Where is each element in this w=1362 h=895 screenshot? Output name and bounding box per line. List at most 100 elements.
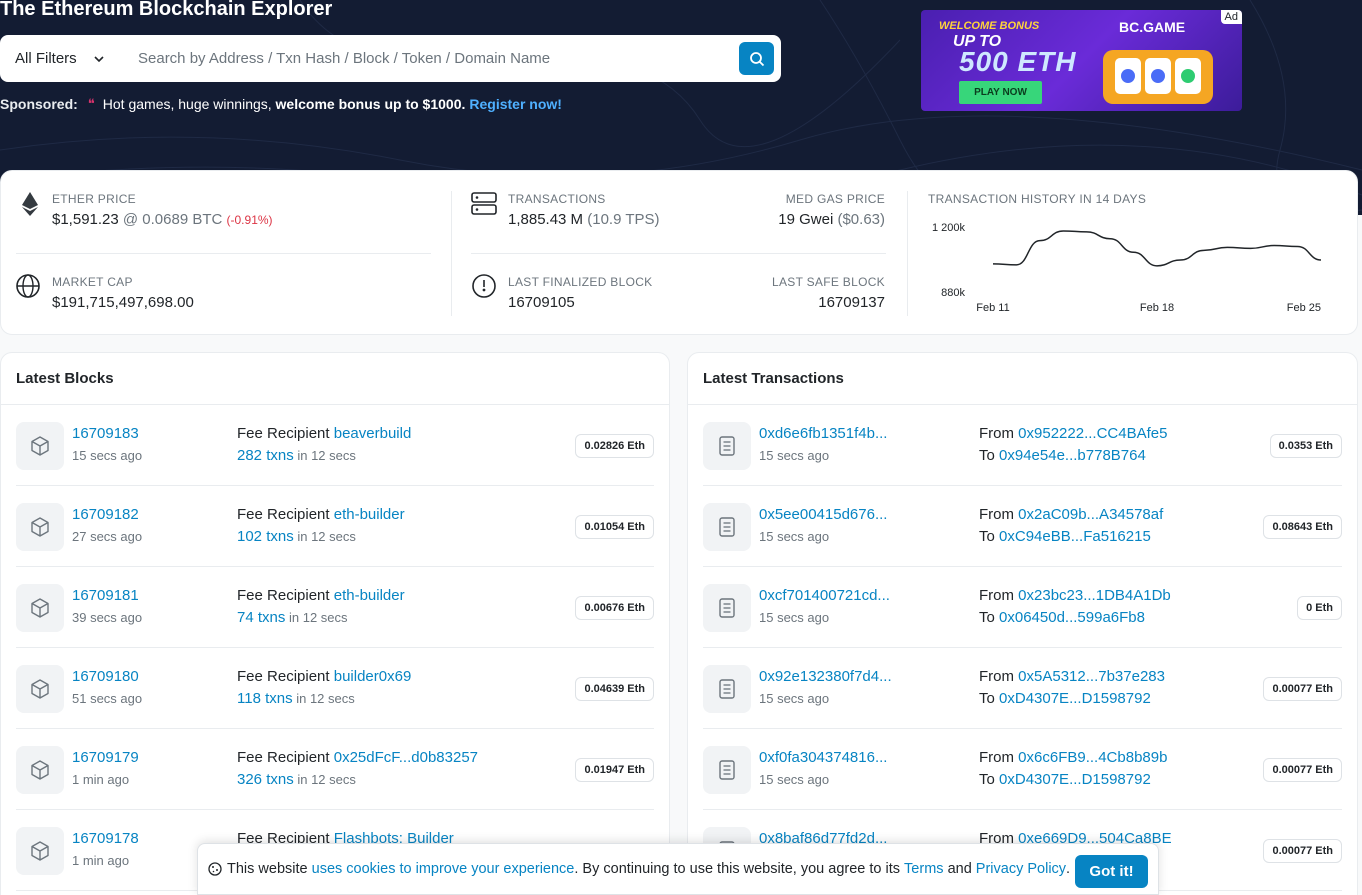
x-tick-label: Feb 18 xyxy=(1140,302,1174,314)
ad-tag: Ad xyxy=(1220,10,1242,24)
fee-recipient-label: Fee Recipient xyxy=(237,425,330,442)
clock-icon xyxy=(472,274,496,298)
block-age: 39 secs ago xyxy=(72,610,143,625)
last-safe-value: 16709137 xyxy=(818,294,885,311)
block-number-link[interactable]: 16709181 xyxy=(72,587,142,604)
block-info: 16709180 51 secs ago xyxy=(72,668,142,707)
block-number-link[interactable]: 16709183 xyxy=(72,425,142,442)
to-label: To xyxy=(979,609,995,626)
tx-parties: From 0x952222...CC4BAfe5 To 0x94e54e...b… xyxy=(979,425,1167,464)
transaction-row: 0xd6e6fb1351f4b... 15 secs ago From 0x95… xyxy=(703,405,1342,486)
tx-hash-link[interactable]: 0xf0fa304374816... xyxy=(759,749,887,766)
from-address-link[interactable]: 0x23bc23...1DB4A1Db xyxy=(1018,587,1171,604)
to-label: To xyxy=(979,771,995,788)
tx-hash-link[interactable]: 0x5ee00415d676... xyxy=(759,506,887,523)
tx-amount-badge: 0.00077 Eth xyxy=(1263,677,1342,701)
from-label: From xyxy=(979,668,1014,685)
block-age: 1 min ago xyxy=(72,853,130,868)
block-number-link[interactable]: 16709178 xyxy=(72,830,139,847)
sponsored-bold: welcome bonus up to $1000. xyxy=(275,96,466,112)
txns-link[interactable]: 326 txns xyxy=(237,771,294,788)
document-icon xyxy=(703,503,751,551)
block-info: 16709179 1 min ago xyxy=(72,749,139,788)
tx-amount-badge: 0 Eth xyxy=(1297,596,1342,620)
ether-price-label: ETHER PRICE xyxy=(52,192,136,206)
privacy-link[interactable]: Privacy Policy xyxy=(976,861,1066,877)
transactions-block: TRANSACTIONS 1,885.43 M (10.9 TPS) xyxy=(508,192,660,228)
last-finalized-value: 16709105 xyxy=(508,294,575,311)
txns-link[interactable]: 118 txns xyxy=(237,690,293,707)
to-address-link[interactable]: 0xD4307E...D1598792 xyxy=(999,690,1151,707)
block-time: in 12 secs xyxy=(297,529,356,544)
slot-machine-icon xyxy=(1103,50,1213,104)
gas-price-usd: ($0.63) xyxy=(837,211,885,228)
block-reward-badge: 0.04639 Eth xyxy=(575,677,654,701)
txns-link[interactable]: 102 txns xyxy=(237,528,294,545)
market-cap-value: $191,715,497,698.00 xyxy=(52,294,194,311)
cookie-icon xyxy=(208,862,222,876)
block-time: in 12 secs xyxy=(297,448,356,463)
to-address-link[interactable]: 0x94e54e...b778B764 xyxy=(999,447,1146,464)
to-address-link[interactable]: 0xC94eBB...Fa516215 xyxy=(999,528,1151,545)
ad-brand: BC.GAME xyxy=(1119,19,1186,35)
last-safe-block: LAST SAFE BLOCK 16709137 xyxy=(772,275,885,311)
block-fee-info: Fee Recipient eth-builder 74 txns in 12 … xyxy=(237,587,405,626)
tx-parties: From 0x23bc23...1DB4A1Db To 0x06450d...5… xyxy=(979,587,1171,626)
to-address-link[interactable]: 0x06450d...599a6Fb8 xyxy=(999,609,1145,626)
from-address-link[interactable]: 0x952222...CC4BAfe5 xyxy=(1018,425,1167,442)
search-bar: All Filters xyxy=(0,35,781,82)
ad-play-button[interactable]: PLAY NOW xyxy=(959,81,1042,104)
chevron-down-icon xyxy=(94,55,104,62)
gas-price-value[interactable]: 19 Gwei xyxy=(778,211,833,228)
search-button[interactable] xyxy=(739,42,774,75)
fee-recipient-link[interactable]: eth-builder xyxy=(334,506,405,523)
latest-transactions-panel: Latest Transactions 0xd6e6fb1351f4b... 1… xyxy=(687,352,1358,895)
tx-hash-link[interactable]: 0xd6e6fb1351f4b... xyxy=(759,425,887,442)
terms-link[interactable]: Terms xyxy=(904,861,943,877)
fee-recipient-link[interactable]: builder0x69 xyxy=(334,668,412,685)
ether-price-value[interactable]: $1,591.23 xyxy=(52,211,119,228)
market-cap-block: MARKET CAP $191,715,497,698.00 xyxy=(52,275,194,311)
stats-panel: ETHER PRICE $1,591.23 @ 0.0689 BTC (-0.9… xyxy=(0,170,1358,335)
sponsored-link[interactable]: Register now! xyxy=(469,96,562,112)
from-address-link[interactable]: 0x2aC09b...A34578af xyxy=(1018,506,1163,523)
from-address-link[interactable]: 0x6c6FB9...4Cb8b89b xyxy=(1018,749,1167,766)
search-input[interactable] xyxy=(124,38,739,79)
fee-recipient-link[interactable]: eth-builder xyxy=(334,587,405,604)
block-fee-info: Fee Recipient 0x25dFcF...d0b83257 326 tx… xyxy=(237,749,478,788)
txns-link[interactable]: 74 txns xyxy=(237,609,285,626)
filter-dropdown[interactable]: All Filters xyxy=(0,35,124,82)
block-age: 27 secs ago xyxy=(72,529,143,544)
tx-hash-link[interactable]: 0x92e132380f7d4... xyxy=(759,668,892,685)
tx-history-chart[interactable]: 1 200k 880k Feb 11 Feb 18 Feb 25 xyxy=(921,211,1351,321)
last-finalized-block: LAST FINALIZED BLOCK 16709105 xyxy=(508,275,653,311)
cookie-link[interactable]: uses cookies to improve your experience xyxy=(312,861,575,877)
tx-age: 15 secs ago xyxy=(759,610,830,625)
transactions-value[interactable]: 1,885.43 M xyxy=(508,211,583,228)
ether-price-block: ETHER PRICE $1,591.23 @ 0.0689 BTC (-0.9… xyxy=(52,192,273,228)
transaction-row: 0xcf701400721cd... 15 secs ago From 0x23… xyxy=(703,567,1342,648)
from-label: From xyxy=(979,506,1014,523)
to-address-link[interactable]: 0xD4307E...D1598792 xyxy=(999,771,1151,788)
txns-link[interactable]: 282 txns xyxy=(237,447,294,464)
search-icon xyxy=(749,51,764,66)
block-number-link[interactable]: 16709182 xyxy=(72,506,142,523)
document-icon xyxy=(703,665,751,713)
tx-history-label: TRANSACTION HISTORY IN 14 DAYS xyxy=(928,192,1147,206)
fee-recipient-label: Fee Recipient xyxy=(237,668,330,685)
got-it-button[interactable]: Got it! xyxy=(1075,855,1148,888)
ad-banner[interactable]: WELCOME BONUS UP TO 500 ETH PLAY NOW BC.… xyxy=(921,10,1242,111)
block-number-link[interactable]: 16709180 xyxy=(72,668,142,685)
fee-recipient-link[interactable]: beaverbuild xyxy=(334,425,412,442)
block-row: 16709182 27 secs ago Fee Recipient eth-b… xyxy=(16,486,654,567)
from-address-link[interactable]: 0x5A5312...7b37e283 xyxy=(1018,668,1165,685)
fee-recipient-label: Fee Recipient xyxy=(237,587,330,604)
block-number-link[interactable]: 16709179 xyxy=(72,749,139,766)
from-label: From xyxy=(979,587,1014,604)
block-reward-badge: 0.00676 Eth xyxy=(575,596,654,620)
tx-hash-link[interactable]: 0xcf701400721cd... xyxy=(759,587,890,604)
cookie-text2: . By continuing to use this website, you… xyxy=(574,861,901,877)
tx-amount-badge: 0.00077 Eth xyxy=(1263,758,1342,782)
cookie-banner: This website uses cookies to improve you… xyxy=(197,843,1159,895)
fee-recipient-link[interactable]: 0x25dFcF...d0b83257 xyxy=(334,749,478,766)
